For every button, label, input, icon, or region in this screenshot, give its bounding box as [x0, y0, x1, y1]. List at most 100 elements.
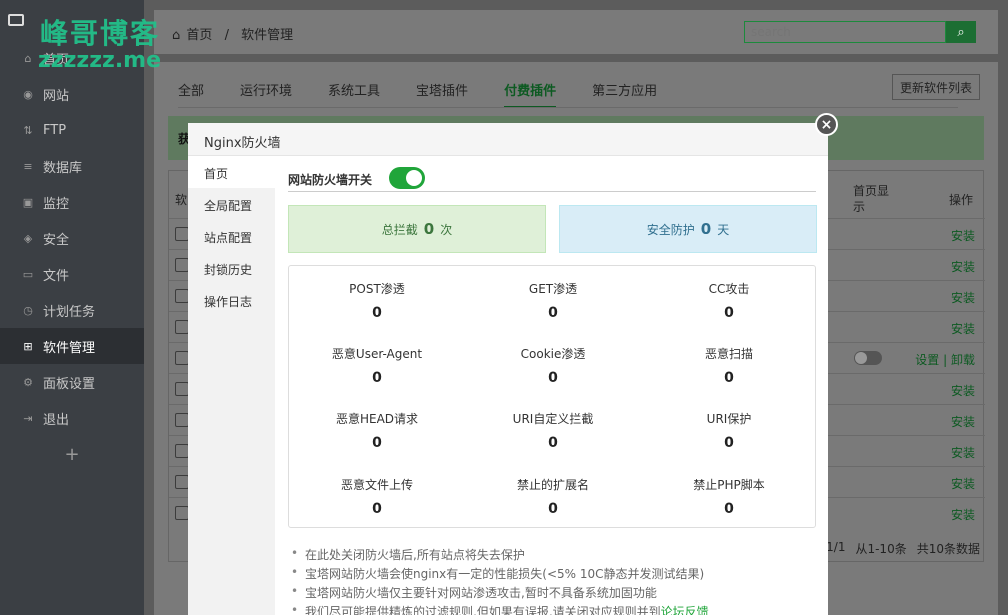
note-text: 我们尽可能提供精炼的过滤规则,但如果有误报,请关闭对应规则并到 — [305, 605, 661, 615]
software-icon — [175, 258, 189, 272]
software-icon — [175, 351, 189, 365]
page-indicator: 1/1 — [826, 540, 846, 554]
row-actions: 设置 | 卸载 — [915, 351, 975, 368]
sidebar-item-ftp[interactable]: ⇅ FTP — [0, 112, 144, 148]
stat-cell: URI保护 0 — [641, 410, 817, 451]
stat-cell-label: URI自定义拦截 — [512, 412, 594, 426]
modal-nav-site-config[interactable]: 站点配置 — [188, 220, 275, 252]
sidebar-item-cron[interactable]: ◷ 计划任务 — [0, 292, 144, 328]
breadcrumb-home[interactable]: 首页 — [186, 28, 212, 43]
install-link[interactable]: 安装 — [951, 289, 975, 306]
sidebar: ⌂ 首页 ◉ 网站 ⇅ FTP ≡ 数据库 ▣ 监控 ◈ 安全 ▭ 文件 ◷ 计… — [0, 0, 144, 615]
tabs-divider — [178, 107, 958, 108]
column-header-ops: 操作 — [948, 193, 973, 207]
home-icon: ⌂ — [24, 51, 32, 65]
database-icon: ≡ — [23, 159, 33, 173]
sidebar-item-files[interactable]: ▭ 文件 — [0, 256, 144, 292]
modal-nav-home[interactable]: 首页 — [188, 156, 275, 188]
stat-cell: GET渗透 0 — [465, 280, 641, 321]
stat-cell-value: 0 — [724, 305, 734, 321]
install-link[interactable]: 安装 — [951, 227, 975, 244]
install-link[interactable]: 安装 — [951, 382, 975, 399]
stat-cell: 恶意HEAD请求 0 — [289, 410, 465, 451]
sidebar-item-label: 软件管理 — [43, 340, 96, 356]
sidebar-item-software[interactable]: ⊞ 软件管理 — [0, 328, 144, 364]
stat-cell-value: 0 — [372, 435, 382, 451]
tab-all[interactable]: 全部 — [178, 72, 204, 108]
stat-value: 0 — [423, 220, 435, 238]
uninstall-link[interactable]: 卸载 — [951, 353, 975, 367]
sidebar-item-logout[interactable]: ⇥ 退出 — [0, 400, 144, 436]
stat-label: 总拦截 — [381, 222, 418, 237]
sidebar-item-settings[interactable]: ⚙ 面板设置 — [0, 364, 144, 400]
protection-days-stat: 安全防护 0 天 — [559, 205, 817, 253]
note-item: 宝塔网站防火墙会使nginx有一定的性能损失(<5% 10C静态并发测试结果) — [291, 565, 825, 584]
stat-cell: URI自定义拦截 0 — [465, 410, 641, 451]
stat-cell: CC攻击 0 — [641, 280, 817, 321]
sidebar-item-website[interactable]: ◉ 网站 — [0, 76, 144, 112]
stat-cell-label: POST渗透 — [349, 282, 405, 296]
install-link[interactable]: 安装 — [951, 413, 975, 430]
stat-cell: 恶意文件上传 0 — [289, 476, 465, 517]
stat-cell-value: 0 — [372, 501, 382, 517]
tab-bt-plugins[interactable]: 宝塔插件 — [416, 72, 468, 108]
search-input[interactable] — [744, 21, 946, 43]
refresh-software-list-button[interactable]: 更新软件列表 — [892, 74, 980, 100]
sidebar-item-label: 数据库 — [43, 160, 83, 176]
stat-cell: 恶意扫描 0 — [641, 345, 817, 386]
firewall-toggle[interactable] — [389, 167, 425, 189]
watermark-url: zzzzzz.me — [38, 48, 162, 73]
stat-cell: 恶意User-Agent 0 — [289, 345, 465, 386]
install-link[interactable]: 安装 — [951, 444, 975, 461]
home-icon[interactable]: ⌂ — [172, 28, 180, 43]
firewall-switch-row: 网站防火墙开关 — [288, 166, 816, 192]
modal-nav-global-config[interactable]: 全局配置 — [188, 188, 275, 220]
modal-nav-operation-log[interactable]: 操作日志 — [188, 284, 275, 316]
tab-third-party[interactable]: 第三方应用 — [592, 72, 657, 108]
pagination: 1/1 从1-10条 共10条数据 — [826, 540, 980, 557]
software-icon — [175, 413, 189, 427]
page-range: 从1-10条 — [855, 542, 907, 556]
install-link[interactable]: 安装 — [951, 320, 975, 337]
stat-cell-label: 禁止PHP脚本 — [693, 478, 765, 492]
tab-system-tools[interactable]: 系统工具 — [328, 72, 380, 108]
stat-cell-label: Cookie渗透 — [520, 347, 586, 361]
forum-feedback-link[interactable]: 论坛反馈 — [661, 605, 709, 615]
stat-cell-value: 0 — [548, 305, 558, 321]
sidebar-item-label: 监控 — [43, 196, 70, 212]
tab-runtime[interactable]: 运行环境 — [240, 72, 292, 108]
sidebar-item-monitor[interactable]: ▣ 监控 — [0, 184, 144, 220]
stat-cell-value: 0 — [724, 435, 734, 451]
sidebar-item-label: 退出 — [43, 412, 70, 428]
tab-paid-plugins[interactable]: 付费插件 — [504, 72, 557, 108]
stat-cell-value: 0 — [548, 435, 558, 451]
add-shortcut-button[interactable]: + — [0, 436, 144, 472]
search-button[interactable]: ⌕ — [946, 21, 976, 43]
sidebar-item-label: 文件 — [43, 268, 70, 284]
sidebar-item-database[interactable]: ≡ 数据库 — [0, 148, 144, 184]
sidebar-item-security[interactable]: ◈ 安全 — [0, 220, 144, 256]
clock-icon: ◷ — [23, 303, 33, 317]
page-total: 共10条数据 — [916, 542, 980, 556]
show-home-toggle[interactable] — [854, 351, 882, 365]
stat-unit: 天 — [717, 222, 730, 237]
install-link[interactable]: 安装 — [951, 258, 975, 275]
note-item: 宝塔网站防火墙仅主要针对网站渗透攻击,暂时不具备系统加固功能 — [291, 584, 825, 603]
top-bar: ⌂ 首页 / 软件管理 ⌕ — [154, 10, 998, 54]
modal-nav-block-history[interactable]: 封锁历史 — [188, 252, 275, 284]
install-link[interactable]: 安装 — [951, 506, 975, 523]
settings-link[interactable]: 设置 — [915, 353, 939, 367]
stat-cell-label: 禁止的扩展名 — [516, 478, 589, 492]
stat-cell: 禁止的扩展名 0 — [465, 476, 641, 517]
modal-content: 网站防火墙开关 总拦截 0 次 安全防护 0 天 POST渗透 0 GET渗透 0 … — [275, 156, 828, 615]
stat-cell-value: 0 — [724, 370, 734, 386]
close-modal-button[interactable]: × — [815, 113, 838, 136]
install-link[interactable]: 安装 — [951, 475, 975, 492]
monitor-screen-icon[interactable] — [8, 14, 24, 26]
firewall-switch-label: 网站防火墙开关 — [288, 173, 373, 187]
stat-cell: POST渗透 0 — [289, 280, 465, 321]
stat-cell: Cookie渗透 0 — [465, 345, 641, 386]
column-header-software: 软 — [175, 193, 188, 207]
sidebar-item-label: 网站 — [43, 88, 70, 104]
sidebar-item-label: FTP — [43, 122, 67, 138]
